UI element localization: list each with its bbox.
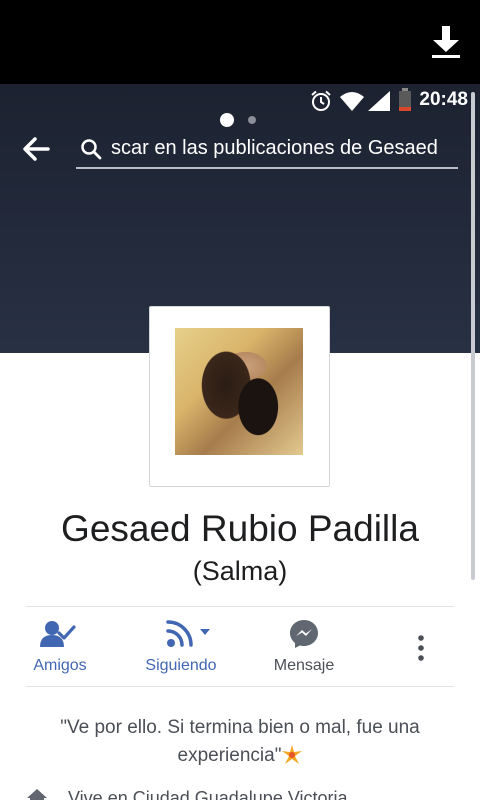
status-time: 20:48 <box>419 89 468 110</box>
profile-photo <box>175 328 303 455</box>
profile-picture[interactable] <box>149 306 330 487</box>
following-button[interactable]: Siguiendo <box>136 615 226 679</box>
top-bar <box>0 0 480 84</box>
alarm-icon <box>311 90 331 111</box>
wifi-icon <box>340 92 364 111</box>
cover-pager <box>220 113 260 127</box>
bio-text: "Ve por ello. Si termina bien o mal, fue… <box>60 717 420 766</box>
pager-dot <box>248 116 256 124</box>
profile-bio: "Ve por ello. Si termina bien o mal, fue… <box>40 714 440 770</box>
more-options-button[interactable] <box>404 625 438 675</box>
message-label: Mensaje <box>273 657 335 674</box>
following-label: Siguiendo <box>145 657 217 674</box>
messenger-icon <box>290 620 318 648</box>
message-button[interactable]: Mensaje <box>264 615 344 679</box>
search-text: scar en las publicaciones de Gesaed <box>111 137 438 159</box>
profile-screen: 20:48 scar en las publicaciones de Gesae… <box>0 0 480 800</box>
friends-label: Amigos <box>33 657 87 674</box>
signal-icon <box>368 91 390 111</box>
divider <box>26 686 454 687</box>
friend-check-icon <box>40 621 76 647</box>
divider <box>26 606 454 607</box>
battery-low-icon <box>399 88 411 111</box>
download-icon <box>432 26 460 58</box>
lives-in-text: Vive en Ciudad Guadalupe Victoria <box>68 788 348 800</box>
download-button[interactable] <box>430 24 462 60</box>
profile-nickname: (Salma) <box>192 556 288 586</box>
back-arrow-icon <box>23 137 50 161</box>
search-icon <box>81 139 102 160</box>
more-vertical-icon <box>418 635 424 661</box>
sparkle-star-icon <box>282 745 303 764</box>
profile-name: Gesaed Rubio Padilla <box>61 508 419 549</box>
search-input[interactable]: scar en las publicaciones de Gesaed <box>76 130 458 169</box>
friends-button[interactable]: Amigos <box>20 615 100 679</box>
rss-dropdown-icon <box>166 620 210 647</box>
scrollbar[interactable] <box>471 92 475 580</box>
home-icon <box>27 789 47 800</box>
pager-dot-active <box>220 113 234 127</box>
back-button[interactable] <box>20 134 52 164</box>
